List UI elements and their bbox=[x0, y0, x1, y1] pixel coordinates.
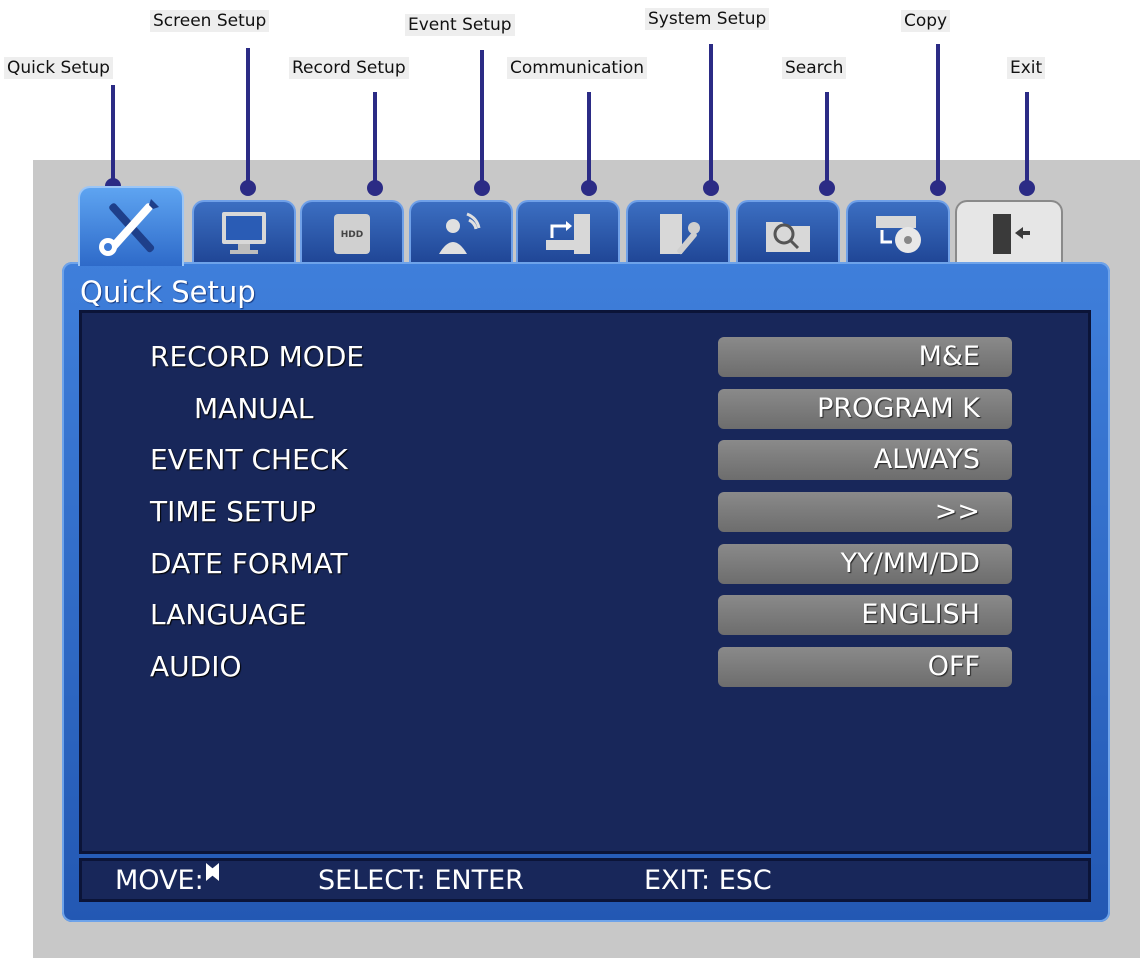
language-value[interactable]: ENGLISH bbox=[718, 595, 1012, 635]
callout-copy: Copy bbox=[901, 10, 951, 32]
event-check-value[interactable]: ALWAYS bbox=[718, 440, 1012, 480]
footer-select-hint: SELECT: ENTER bbox=[318, 865, 524, 896]
footer-move-label: MOVE: bbox=[115, 865, 204, 896]
tab-quick-setup[interactable] bbox=[78, 186, 184, 266]
pointer-dot-event-setup bbox=[474, 180, 490, 196]
manual-label: MANUAL bbox=[194, 392, 314, 425]
callout-quick-setup: Quick Setup bbox=[4, 57, 113, 79]
pointer-dot-screen-setup bbox=[240, 180, 256, 196]
key-hint-bar: MOVE: SELECT: ENTER EXIT: ESC bbox=[79, 858, 1091, 902]
search-folder-icon bbox=[766, 222, 810, 252]
language-label: LANGUAGE bbox=[150, 598, 307, 631]
callout-screen-setup: Screen Setup bbox=[150, 10, 270, 32]
manual-value[interactable]: PROGRAM K bbox=[718, 389, 1012, 429]
tab-system-setup[interactable] bbox=[626, 200, 730, 264]
exit-door-icon bbox=[993, 214, 1030, 254]
tab-event-setup[interactable] bbox=[409, 200, 513, 264]
footer-exit-hint: EXIT: ESC bbox=[644, 865, 772, 896]
pointer-line-search bbox=[825, 92, 829, 188]
settings-list: RECORD MODE M&E MANUAL PROGRAM K EVENT C… bbox=[79, 310, 1091, 854]
monitor-icon bbox=[222, 212, 266, 254]
svg-text:HDD: HDD bbox=[341, 230, 363, 240]
event-check-label: EVENT CHECK bbox=[150, 443, 348, 476]
pointer-dot-search bbox=[819, 180, 835, 196]
sensor-person-icon bbox=[439, 212, 481, 254]
hdd-icon: HDD bbox=[334, 214, 370, 254]
system-tools-icon bbox=[660, 214, 700, 255]
pointer-line-quick-setup bbox=[111, 85, 115, 185]
date-format-label: DATE FORMAT bbox=[150, 547, 348, 580]
callout-event-setup: Event Setup bbox=[405, 14, 515, 36]
record-mode-value[interactable]: M&E bbox=[718, 337, 1012, 377]
pointer-dot-exit bbox=[1019, 180, 1035, 196]
tools-icon bbox=[99, 199, 159, 256]
pointer-dot-communication bbox=[581, 180, 597, 196]
tab-record-setup[interactable]: HDD bbox=[300, 200, 404, 264]
tab-copy[interactable] bbox=[846, 200, 950, 264]
pointer-dot-record-setup bbox=[367, 180, 383, 196]
audio-value[interactable]: OFF bbox=[718, 647, 1012, 687]
pointer-dot-system-setup bbox=[703, 180, 719, 196]
window-title: Quick Setup bbox=[80, 275, 256, 309]
callout-communication: Communication bbox=[507, 57, 647, 79]
tab-exit[interactable] bbox=[955, 200, 1063, 264]
date-format-value[interactable]: YY/MM/DD bbox=[718, 544, 1012, 584]
pointer-line-screen-setup bbox=[246, 48, 250, 188]
callout-system-setup: System Setup bbox=[645, 8, 770, 30]
quick-setup-window: Quick Setup RECORD MODE M&E MANUAL PROGR… bbox=[62, 262, 1110, 922]
pointer-line-exit bbox=[1025, 92, 1029, 188]
callout-search: Search bbox=[782, 57, 847, 79]
time-setup-value[interactable]: >> bbox=[718, 492, 1012, 532]
tab-screen-setup[interactable] bbox=[192, 200, 296, 264]
tab-communication[interactable] bbox=[516, 200, 620, 264]
pointer-line-system-setup bbox=[709, 44, 713, 188]
callout-exit: Exit bbox=[1007, 57, 1046, 79]
network-transfer-icon bbox=[546, 214, 590, 254]
arrow-right-icon bbox=[205, 863, 217, 881]
pointer-dot-copy bbox=[930, 180, 946, 196]
audio-label: AUDIO bbox=[150, 650, 242, 683]
callout-record-setup: Record Setup bbox=[289, 57, 409, 79]
time-setup-label: TIME SETUP bbox=[150, 495, 317, 528]
pointer-line-communication bbox=[587, 92, 591, 188]
copy-disc-icon bbox=[876, 216, 921, 253]
pointer-line-event-setup bbox=[480, 50, 484, 188]
tab-search[interactable] bbox=[736, 200, 840, 264]
record-mode-label: RECORD MODE bbox=[150, 340, 365, 373]
pointer-line-copy bbox=[936, 44, 940, 188]
pointer-line-record-setup bbox=[373, 92, 377, 188]
